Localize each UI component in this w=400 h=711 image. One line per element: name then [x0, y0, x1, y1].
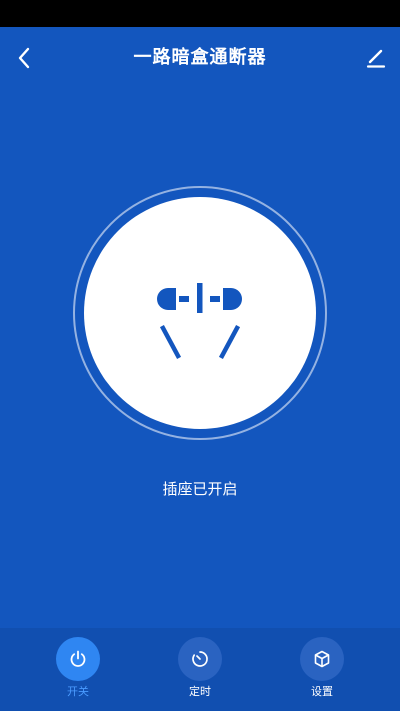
page-title: 一路暗盒通断器: [133, 47, 267, 68]
edit-pencil-icon: [366, 49, 386, 68]
tab-switch-label: 开关: [67, 685, 89, 698]
back-button[interactable]: [10, 41, 38, 75]
tab-switch-circle: [56, 637, 100, 681]
tab-timer-circle: [178, 637, 222, 681]
power-socket-icon: [157, 283, 242, 360]
tab-settings-circle: [300, 637, 344, 681]
tab-settings-label: 设置: [311, 685, 333, 698]
settings-cube-icon: [314, 650, 330, 668]
socket-control: [73, 186, 327, 440]
tab-timer-label: 定时: [189, 685, 211, 698]
bottom-tab-bar: 开关 定时 设置: [0, 628, 400, 711]
app-screen: 一路暗盒通断器 插座已开启 开关 定时 设置: [0, 0, 400, 711]
edit-button[interactable]: [362, 41, 390, 75]
socket-status-text: 插座已开启: [162, 480, 238, 498]
status-bar: [0, 0, 400, 27]
tab-switch[interactable]: 开关: [38, 637, 118, 707]
header-bar: 一路暗盒通断器: [0, 27, 400, 89]
back-chevron-icon: [18, 47, 30, 69]
tab-timer[interactable]: 定时: [160, 637, 240, 707]
tab-settings[interactable]: 设置: [282, 637, 362, 707]
socket-toggle-button[interactable]: [84, 197, 316, 429]
timer-icon: [192, 651, 208, 667]
power-icon: [70, 650, 86, 667]
